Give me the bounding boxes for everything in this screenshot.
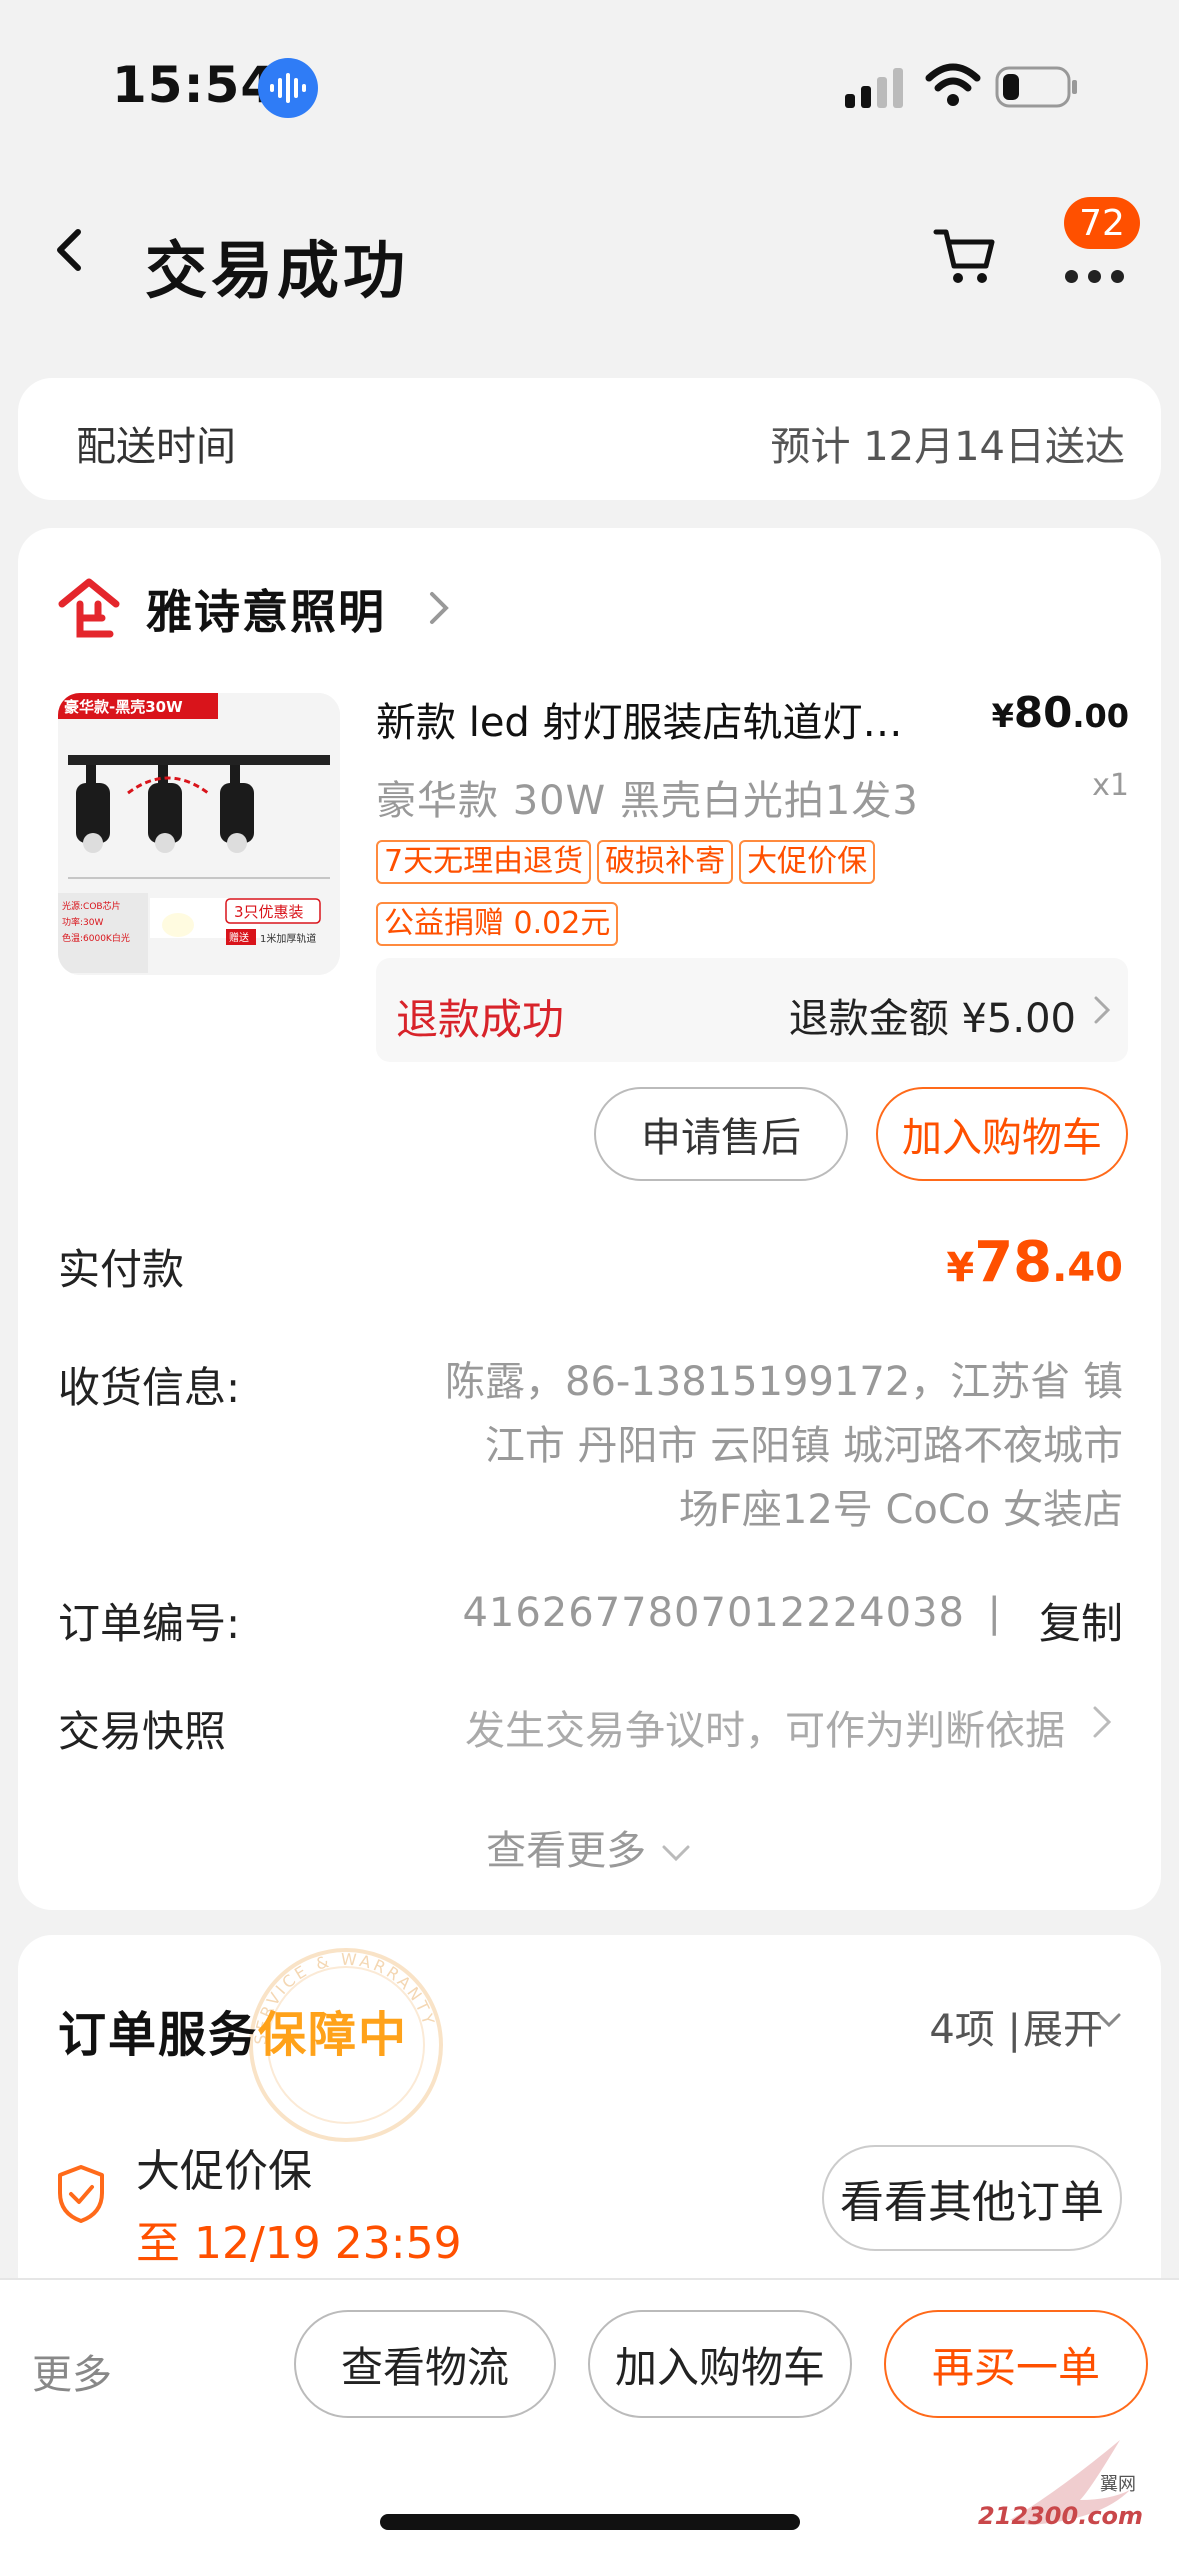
product-quantity: x1 bbox=[1092, 768, 1129, 803]
page-title: 交易成功 bbox=[145, 234, 410, 307]
order-number-value: 4162677807012224038 bbox=[462, 1590, 965, 1636]
shop-name[interactable]: 雅诗意照明 bbox=[146, 576, 386, 642]
tag-damage: 破损补寄 bbox=[597, 840, 734, 884]
order-number-label: 订单编号: bbox=[58, 1599, 241, 1648]
service-expand-button[interactable]: 展开 bbox=[1023, 1997, 1103, 2055]
snapshot-label[interactable]: 交易快照 bbox=[58, 1698, 226, 1759]
order-number-divider: | bbox=[987, 1590, 1001, 1636]
service-title: 订单服务保障中 bbox=[58, 2007, 409, 2063]
product-tags: 7天无理由退货 破损补寄 大促价保 公益捐赠 0.02元 bbox=[376, 840, 936, 964]
refund-status-bar[interactable]: 退款成功 退款金额 ¥5.00 bbox=[376, 958, 1128, 1062]
cart-icon[interactable] bbox=[930, 220, 1000, 290]
tag-return: 7天无理由退货 bbox=[376, 840, 592, 884]
bottom-add-to-cart-button[interactable]: 加入购物车 bbox=[588, 2310, 852, 2418]
add-to-cart-button[interactable]: 加入购物车 bbox=[876, 1087, 1128, 1181]
shield-check-icon bbox=[58, 2165, 104, 2223]
chevron-down-icon[interactable] bbox=[1095, 2011, 1123, 2031]
watermark-top-text: 翼网 bbox=[1100, 2474, 1136, 2495]
service-item-name: 大促价保 bbox=[136, 2146, 312, 2197]
more-link[interactable]: 更多 bbox=[32, 2342, 112, 2400]
chevron-right-icon bbox=[1094, 996, 1111, 1024]
delivery-value: 预计 12月14日送达 bbox=[770, 424, 1125, 470]
product-title[interactable]: 新款 led 射灯服装店轨道灯… bbox=[376, 690, 976, 748]
tag-charity: 公益捐赠 0.02元 bbox=[376, 902, 619, 946]
delivery-time-card: 配送时间 预计 12月14日送达 bbox=[18, 378, 1161, 500]
address-label: 收货信息: bbox=[58, 1363, 241, 1412]
wifi-icon bbox=[925, 63, 981, 106]
home-indicator[interactable] bbox=[380, 2514, 800, 2530]
product-thumbnail[interactable]: 豪华款-黑壳30W 光源:COB芯片 功率:30W 色温:6000K白光 3只优… bbox=[58, 693, 340, 975]
chevron-down-icon bbox=[662, 1845, 690, 1862]
paid-amount: ¥78.40 bbox=[946, 1230, 1123, 1295]
watermark-text: 212300.com bbox=[978, 2502, 1144, 2530]
image-gift-text: 1米加厚轨道 bbox=[260, 932, 316, 945]
product-sku: 豪华款 30W 黑壳白光拍1发3 bbox=[376, 778, 919, 824]
status-time: 15:54 bbox=[112, 56, 277, 114]
image-spec-text: 光源:COB芯片 bbox=[62, 900, 121, 912]
paid-label: 实付款 bbox=[58, 1245, 185, 1294]
order-card: 雅诗意照明 豪华款-黑壳30W 光源:COB芯片 功率:30W 色温:6000K… bbox=[18, 528, 1161, 1910]
copy-order-number-button[interactable]: 复制 bbox=[1039, 1590, 1123, 1651]
view-other-orders-button[interactable]: 看看其他订单 bbox=[822, 2145, 1122, 2251]
back-icon[interactable] bbox=[40, 220, 100, 280]
cellular-signal-icon bbox=[845, 68, 903, 108]
address-value: 陈露，86-13815199172，江苏省 镇 江市 丹阳市 云阳镇 城河路不夜… bbox=[445, 1359, 1123, 1533]
refund-status: 退款成功 bbox=[396, 995, 565, 1044]
chevron-right-icon[interactable] bbox=[426, 588, 452, 628]
see-more-toggle[interactable]: 查看更多 bbox=[18, 1818, 1161, 1876]
image-promo-text: 3只优惠装 bbox=[234, 903, 304, 921]
view-logistics-button[interactable]: 查看物流 bbox=[294, 2310, 556, 2418]
service-count: 4项 | bbox=[929, 2007, 1021, 2053]
voice-waveform-icon bbox=[258, 58, 318, 118]
image-spec2-text: 功率:30W bbox=[62, 916, 103, 928]
nav-bar: 交易成功 bbox=[0, 190, 1179, 330]
refund-amount: 退款金额 ¥5.00 bbox=[788, 996, 1076, 1042]
after-sale-button[interactable]: 申请售后 bbox=[594, 1087, 848, 1181]
image-spec3-text: 色温:6000K白光 bbox=[62, 932, 130, 944]
chevron-right-icon[interactable] bbox=[1091, 1704, 1113, 1740]
delivery-label: 配送时间 bbox=[76, 424, 236, 470]
cart-count-badge: 72 bbox=[1064, 197, 1140, 249]
status-bar: 15:54 bbox=[0, 0, 1179, 170]
tag-price-protect: 大促价保 bbox=[739, 840, 876, 884]
snapshot-value[interactable]: 发生交易争议时，可作为判断依据 bbox=[465, 1698, 1065, 1756]
battery-icon bbox=[995, 66, 1077, 108]
buy-again-button[interactable]: 再买一单 bbox=[884, 2310, 1148, 2418]
product-price: ¥80.00 bbox=[991, 688, 1129, 737]
service-item-deadline: 至 12/19 23:59 bbox=[136, 2218, 462, 2269]
image-gift-label: 赠送 bbox=[229, 931, 249, 944]
enterprise-shop-icon bbox=[58, 578, 120, 638]
image-banner-text: 豪华款-黑壳30W bbox=[64, 698, 183, 716]
